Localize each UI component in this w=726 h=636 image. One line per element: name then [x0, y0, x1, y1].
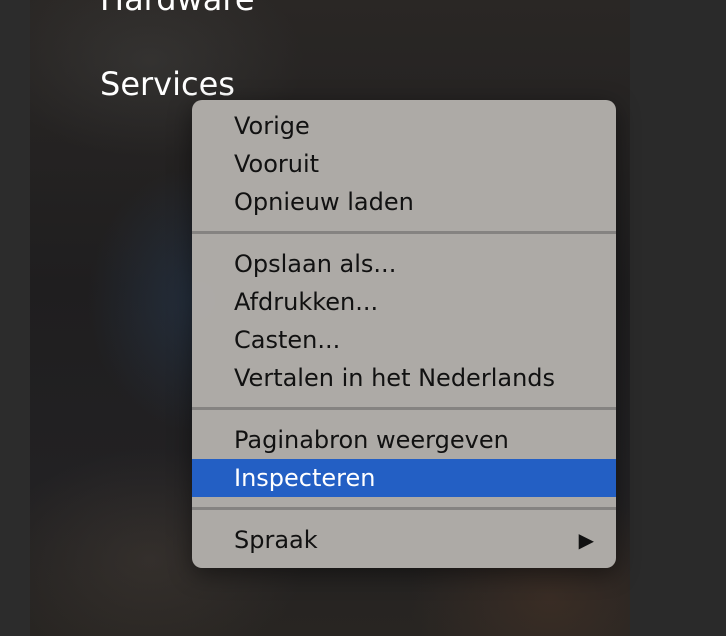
section-heading-hardware: Hardware [100, 0, 255, 15]
menu-item-inspecteren[interactable]: Inspecteren [192, 459, 616, 497]
menu-separator [192, 221, 616, 245]
menu-item-opnieuw-laden[interactable]: Opnieuw laden [192, 183, 616, 221]
menu-item-spraak-label: Spraak [234, 526, 318, 554]
menu-item-vertalen[interactable]: Vertalen in het Nederlands [192, 359, 616, 397]
menu-separator [192, 397, 616, 421]
triangle-right-icon: ▶ [578, 528, 594, 552]
section-heading-services: Services [100, 65, 235, 103]
menu-item-afdrukken[interactable]: Afdrukken... [192, 283, 616, 321]
menu-item-opslaan-als[interactable]: Opslaan als... [192, 245, 616, 283]
menu-item-vorige[interactable]: Vorige [192, 107, 616, 145]
page: Hardware Services Vorige Vooruit Opnieuw… [0, 0, 726, 636]
menu-separator [192, 497, 616, 521]
menu-item-spraak[interactable]: Spraak ▶ [192, 521, 616, 559]
context-menu: Vorige Vooruit Opnieuw laden Opslaan als… [192, 100, 616, 568]
right-window-edge [630, 0, 726, 636]
menu-item-casten[interactable]: Casten... [192, 321, 616, 359]
menu-item-vooruit[interactable]: Vooruit [192, 145, 616, 183]
left-window-edge [0, 0, 30, 636]
menu-item-paginabron-weergeven[interactable]: Paginabron weergeven [192, 421, 616, 459]
